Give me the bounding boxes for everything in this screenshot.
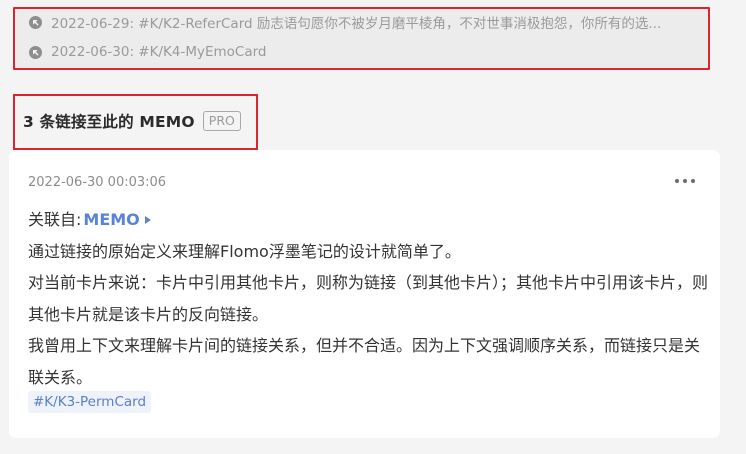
caret-right-icon[interactable] — [144, 215, 151, 224]
memo-paragraph: 我曾用上下文来理解卡片间的链接关系，但并不合适。因为上下文强调顺序关系，而链接只… — [28, 336, 701, 387]
memo-tag[interactable]: #K/K3-PermCard — [28, 391, 152, 413]
backlink-item[interactable]: 2022-06-30: #K/K4-MyEmoCard — [29, 42, 699, 62]
backlink-item[interactable]: 2022-06-29: #K/K2-ReferCard 励志语句愿你不被岁月磨平… — [29, 12, 699, 32]
linked-memos-header: 3 条链接至此的 MEMO PRO — [13, 94, 258, 150]
backlink-text: 2022-06-29: #K/K2-ReferCard 励志语句愿你不被岁月磨平… — [51, 16, 662, 32]
backlink-text: 2022-06-30: #K/K4-MyEmoCard — [51, 44, 267, 60]
arrow-up-left-icon — [29, 45, 42, 59]
linked-memos-title: 3 条链接至此的 MEMO — [23, 113, 195, 131]
relate-prefix: 关联自: — [28, 210, 82, 229]
relate-memo-link[interactable]: MEMO — [83, 204, 139, 236]
pro-badge: PRO — [202, 111, 241, 131]
memo-paragraph: 对当前卡片来说：卡片中引用其他卡片，则称为链接（到其他卡片）；其他卡片中引用该卡… — [28, 273, 709, 324]
memo-card: 2022-06-30 00:03:06 关联自: MEMO 通过链接的原始定义来… — [9, 150, 720, 438]
backlink-list: 2022-06-29: #K/K2-ReferCard 励志语句愿你不被岁月磨平… — [13, 7, 710, 70]
memo-content: 关联自: MEMO 通过链接的原始定义来理解Flomo浮墨笔记的设计就简单了。 … — [28, 204, 708, 393]
memo-paragraph: 通过链接的原始定义来理解Flomo浮墨笔记的设计就简单了。 — [28, 241, 461, 261]
arrow-up-left-icon — [29, 15, 42, 29]
more-options-icon[interactable] — [675, 174, 695, 188]
relate-line: 关联自: MEMO — [28, 204, 708, 236]
memo-timestamp: 2022-06-30 00:03:06 — [28, 175, 167, 190]
memo-links-view: 2022-06-29: #K/K2-ReferCard 励志语句愿你不被岁月磨平… — [0, 0, 746, 454]
